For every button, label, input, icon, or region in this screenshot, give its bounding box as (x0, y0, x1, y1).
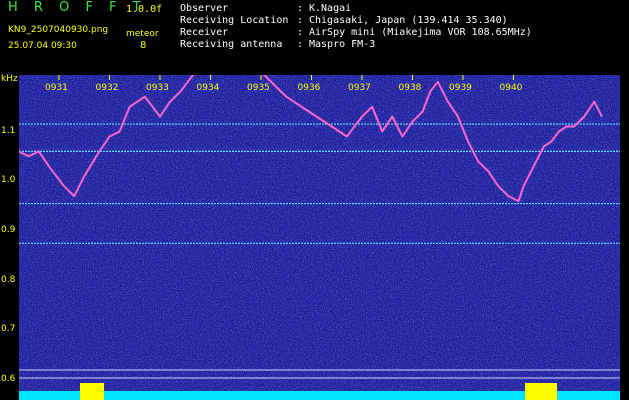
location-value: Chigasaki, Japan (139.414 35.340) (309, 15, 508, 26)
x-tick-label: 0931 (45, 83, 68, 93)
observer-label: Observer (180, 3, 229, 14)
x-tick-label: 0933 (146, 83, 169, 93)
location-label: Receiving Location (180, 15, 289, 26)
meteor-burst (525, 383, 557, 400)
separator: : (297, 39, 304, 50)
x-tick-label: 0937 (348, 83, 371, 93)
separator: : (297, 15, 304, 26)
y-tick-label: 0.6 (1, 374, 16, 384)
receiver-label: Receiver (180, 27, 229, 38)
x-tick-label: 0932 (96, 83, 119, 93)
y-tick-label: 1.1 (1, 125, 16, 136)
y-tick-label: 0.9 (1, 224, 16, 235)
y-tick-label: 1.0 (1, 175, 16, 186)
hroft-window: H R O F F T 1.0.0f KN9_2507040930.png me… (0, 0, 629, 400)
meteor-count: 8 (140, 40, 147, 51)
spectrogram-plot: 0931 0932 0933 0934 0935 0936 0937 0938 0939 0940 (19, 75, 620, 400)
receiver-value: AirSpy mini (Miakejima VOR 108.65MHz) (309, 27, 532, 38)
separator: : (297, 27, 304, 38)
separator: : (297, 3, 304, 14)
y-axis-unit: kHz (1, 74, 18, 84)
x-tick-label: 0936 (298, 83, 321, 93)
observer-value: K.Nagai (309, 3, 352, 14)
x-tick-label: 0934 (197, 83, 220, 93)
version-label: 1.0.0f (126, 4, 163, 15)
y-tick-label: 0.7 (1, 324, 16, 335)
antenna-label: Receiving antenna (180, 39, 283, 50)
x-tick-label: 0940 (500, 83, 523, 93)
x-tick-label: 0935 (247, 83, 270, 93)
meteor-burst (80, 383, 104, 400)
x-tick-label: 0938 (399, 83, 422, 93)
datetime-label: 25.07.04 09:30 (8, 41, 77, 51)
antenna-value: Maspro FM-3 (309, 39, 376, 50)
x-tick-label: 0939 (449, 83, 472, 93)
filename-label: KN9_2507040930.png (8, 25, 109, 35)
meteor-label: meteor (126, 29, 159, 39)
y-tick-label: 0.8 (1, 274, 16, 285)
